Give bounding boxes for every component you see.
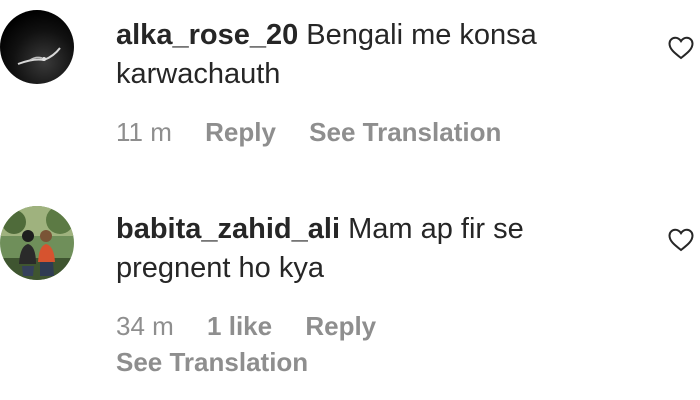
comment-meta: 34 m 1 like Reply xyxy=(116,308,402,344)
likes-count[interactable]: 1 like xyxy=(207,311,272,341)
comment-meta-secondary: See Translation xyxy=(116,344,334,380)
heart-outline-icon[interactable] xyxy=(668,36,694,60)
comment-meta: 11 m Reply See Translation xyxy=(116,114,527,150)
comment-item: babita_zahid_ali Mam ap fir se pregnent … xyxy=(0,190,700,400)
see-translation-button[interactable]: See Translation xyxy=(309,117,501,147)
comment-body: alka_rose_20 Bengali me konsa karwachaut… xyxy=(116,16,626,94)
comment-timestamp[interactable]: 11 m xyxy=(116,117,172,147)
avatar[interactable] xyxy=(0,206,74,280)
avatar-image xyxy=(0,206,74,280)
comment-username[interactable]: babita_zahid_ali xyxy=(116,213,340,245)
comment-timestamp[interactable]: 34 m xyxy=(116,311,174,341)
see-translation-button[interactable]: See Translation xyxy=(116,347,308,377)
avatar-image xyxy=(0,10,74,84)
comment-body: babita_zahid_ali Mam ap fir se pregnent … xyxy=(116,210,626,288)
heart-outline-icon[interactable] xyxy=(668,228,694,252)
reply-button[interactable]: Reply xyxy=(205,117,276,147)
avatar[interactable] xyxy=(0,10,74,84)
reply-button[interactable]: Reply xyxy=(305,311,376,341)
comment-item: alka_rose_20 Bengali me konsa karwachaut… xyxy=(0,0,700,190)
comment-username[interactable]: alka_rose_20 xyxy=(116,19,298,51)
